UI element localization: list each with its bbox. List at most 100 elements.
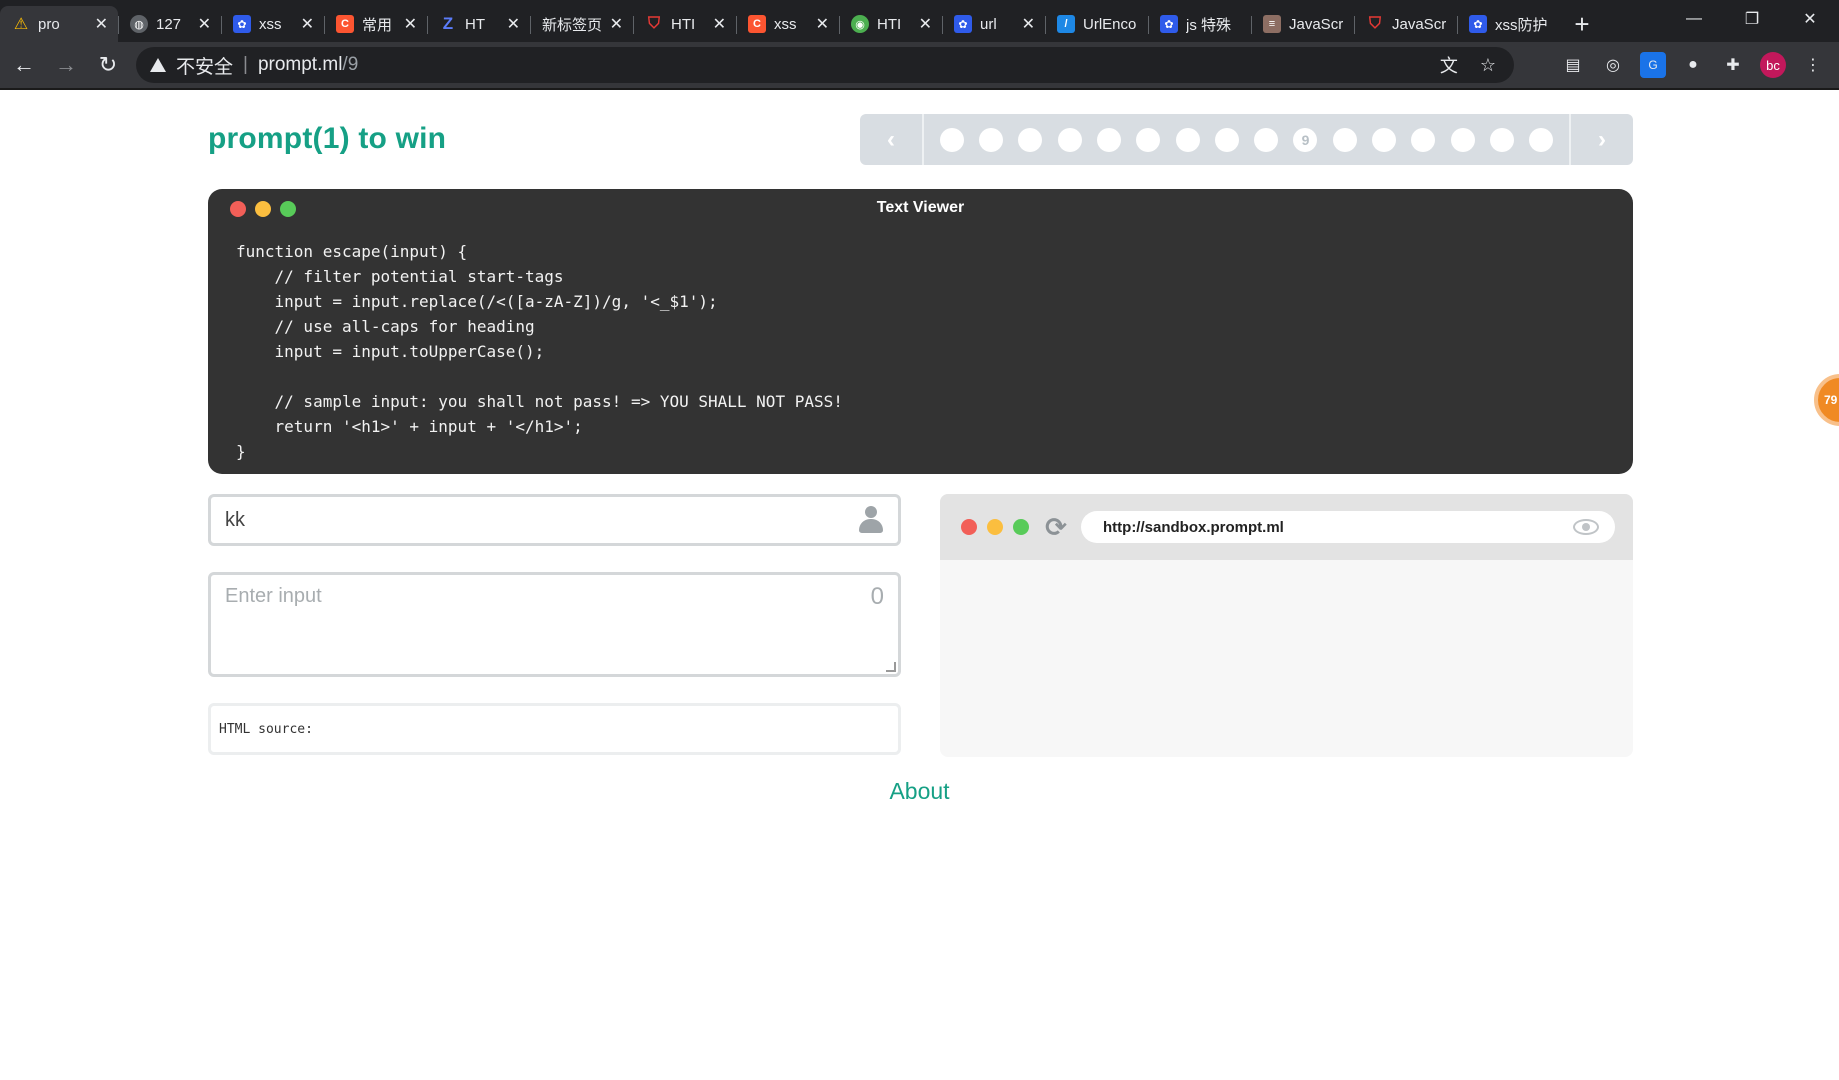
payload-input[interactable]: Enter input 0 bbox=[208, 572, 901, 677]
not-secure-warning-icon[interactable] bbox=[150, 58, 166, 72]
baidu-paw-icon: ✿ bbox=[233, 15, 251, 33]
browser-tab[interactable]: ⛉ JavaScr bbox=[1354, 6, 1457, 42]
close-icon[interactable]: ✕ bbox=[713, 14, 726, 34]
address-bar[interactable]: 不安全 | prompt.ml/9 文 ☆ bbox=[136, 47, 1514, 83]
minimize-button[interactable]: — bbox=[1665, 0, 1723, 38]
level-dot[interactable] bbox=[1411, 127, 1436, 152]
close-icon[interactable]: ✕ bbox=[507, 14, 520, 34]
html-source-label: HTML source: bbox=[219, 721, 313, 737]
close-window-button[interactable]: ✕ bbox=[1781, 0, 1839, 38]
browser-tab[interactable]: ⛉ HTI ✕ bbox=[633, 6, 736, 42]
baidu-paw-icon: ✿ bbox=[954, 15, 972, 33]
menu-kebab-icon[interactable]: ⋮ bbox=[1800, 52, 1826, 78]
restore-button[interactable]: ❐ bbox=[1723, 0, 1781, 38]
baidu-paw-icon: ✿ bbox=[1160, 15, 1178, 33]
browser-tab[interactable]: C 常用 ✕ bbox=[324, 6, 427, 42]
refresh-icon[interactable]: ⟳ bbox=[1042, 513, 1070, 541]
security-label[interactable]: 不安全 bbox=[176, 52, 233, 79]
browser-tab[interactable]: ✿ url ✕ bbox=[942, 6, 1045, 42]
tab-title: UrlEnco bbox=[1083, 15, 1137, 33]
baidu-paw-icon: ✿ bbox=[1469, 15, 1487, 33]
username-field[interactable]: kk bbox=[208, 494, 901, 546]
browser-tab[interactable]: ✿ xss防护 bbox=[1457, 6, 1560, 42]
new-tab-button[interactable]: + bbox=[1564, 6, 1600, 42]
sandbox-preview: ⟳ http://sandbox.prompt.ml bbox=[940, 494, 1633, 757]
browser-tab[interactable]: ✿ xss ✕ bbox=[221, 6, 324, 42]
csdn-c-icon: C bbox=[336, 15, 354, 33]
browser-tab[interactable]: ✿ js 特殊 bbox=[1148, 6, 1251, 42]
translate-icon[interactable]: 文 bbox=[1440, 52, 1458, 78]
sandbox-toolbar: ⟳ http://sandbox.prompt.ml bbox=[940, 494, 1633, 560]
resize-handle[interactable] bbox=[886, 662, 896, 672]
arrow-right-icon: → bbox=[55, 52, 77, 77]
forward-button[interactable]: → bbox=[48, 47, 84, 83]
close-icon[interactable]: ✕ bbox=[95, 14, 108, 34]
omnibox-actions: 文 ☆ bbox=[1440, 47, 1496, 83]
reload-icon: ↻ bbox=[98, 52, 118, 77]
browser-tab[interactable]: ◉ HTI ✕ bbox=[839, 6, 942, 42]
divider: | bbox=[243, 54, 248, 75]
browser-tab[interactable]: 新标签页 ✕ bbox=[530, 6, 633, 42]
browser-tab-active[interactable]: ⚠ pro ✕ bbox=[0, 6, 118, 42]
level-dot[interactable] bbox=[1372, 127, 1397, 152]
level-dot[interactable] bbox=[939, 127, 964, 152]
close-icon[interactable]: ✕ bbox=[404, 14, 417, 34]
tab-title: 127 bbox=[156, 15, 182, 33]
tab-title: HTI bbox=[671, 15, 696, 33]
close-icon[interactable]: ✕ bbox=[198, 14, 211, 34]
level-dot[interactable] bbox=[1254, 127, 1279, 152]
url-path: /9 bbox=[342, 54, 359, 75]
chevron-right-icon: › bbox=[1598, 125, 1606, 153]
tab-title: HT bbox=[465, 15, 485, 33]
dark-circle-extension-icon[interactable]: ● bbox=[1680, 52, 1706, 78]
tab-title: xss bbox=[259, 15, 282, 33]
level-dot[interactable] bbox=[978, 127, 1003, 152]
bookmark-star-icon[interactable]: ☆ bbox=[1480, 55, 1496, 76]
level-dot-current[interactable]: 9 bbox=[1293, 127, 1318, 152]
close-icon[interactable]: ✕ bbox=[919, 14, 932, 34]
close-icon[interactable]: ✕ bbox=[610, 14, 623, 34]
level-dot[interactable] bbox=[1096, 127, 1121, 152]
about-link[interactable]: About bbox=[0, 778, 1839, 805]
browser-tab[interactable]: C xss ✕ bbox=[736, 6, 839, 42]
level-dots: 9 bbox=[924, 127, 1569, 152]
eye-icon[interactable] bbox=[1573, 519, 1599, 535]
close-icon[interactable]: ✕ bbox=[816, 14, 829, 34]
browser-toolbar: ← → ↻ 不安全 | prompt.ml/9 文 ☆ ▤ ◎ G ● ✚ bc… bbox=[0, 42, 1839, 88]
level-dot[interactable] bbox=[1018, 127, 1043, 152]
green-dot-icon bbox=[1013, 519, 1029, 535]
browser-tab[interactable]: Z HT ✕ bbox=[427, 6, 530, 42]
profile-avatar[interactable]: bc bbox=[1760, 52, 1786, 78]
window-controls: — ❐ ✕ bbox=[1665, 0, 1839, 38]
back-button[interactable]: ← bbox=[6, 47, 42, 83]
level-dot[interactable] bbox=[1490, 127, 1515, 152]
browser-tab[interactable]: ≡ JavaScr bbox=[1251, 6, 1354, 42]
document-extension-icon[interactable]: ▤ bbox=[1560, 52, 1586, 78]
level-dot[interactable] bbox=[1529, 127, 1554, 152]
level-dot[interactable] bbox=[1214, 127, 1239, 152]
level-dot[interactable] bbox=[1175, 127, 1200, 152]
puzzle-extensions-icon[interactable]: ✚ bbox=[1720, 52, 1746, 78]
browser-tab[interactable]: ◍ 127 ✕ bbox=[118, 6, 221, 42]
glasses-extension-icon[interactable]: ◎ bbox=[1600, 52, 1626, 78]
close-icon[interactable]: ✕ bbox=[301, 14, 314, 34]
close-icon[interactable]: ✕ bbox=[1022, 14, 1035, 34]
arrow-left-icon: ← bbox=[13, 52, 35, 77]
level-dot[interactable] bbox=[1332, 127, 1357, 152]
character-counter: 0 bbox=[870, 583, 884, 610]
tab-title: url bbox=[980, 15, 997, 33]
translate-extension-icon[interactable]: G bbox=[1640, 52, 1666, 78]
reload-button[interactable]: ↻ bbox=[90, 47, 126, 83]
browser-tab[interactable]: / UrlEnco bbox=[1045, 6, 1148, 42]
level-dot[interactable] bbox=[1450, 127, 1475, 152]
next-level-button[interactable]: › bbox=[1569, 114, 1633, 165]
html-source-output: HTML source: bbox=[208, 703, 901, 755]
text-viewer: Text Viewer function escape(input) { // … bbox=[208, 189, 1633, 474]
about-link-label[interactable]: About bbox=[889, 778, 949, 804]
tab-title: HTI bbox=[877, 15, 902, 33]
previous-level-button[interactable]: ‹ bbox=[860, 114, 924, 165]
level-dot[interactable] bbox=[1057, 127, 1082, 152]
challenge-code: function escape(input) { // filter poten… bbox=[236, 242, 843, 461]
floating-badge[interactable]: 79 bbox=[1814, 374, 1839, 426]
level-dot[interactable] bbox=[1136, 127, 1161, 152]
